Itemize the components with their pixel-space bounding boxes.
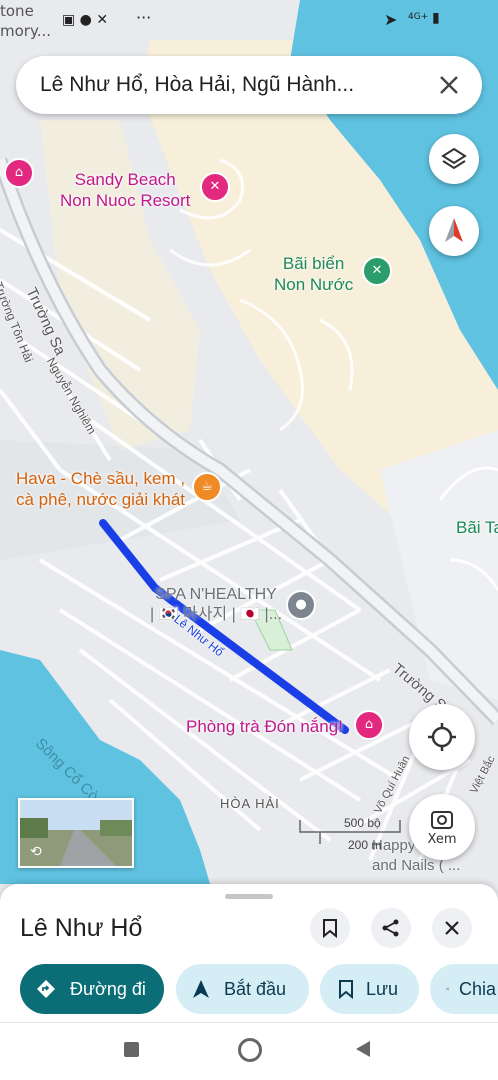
poi-sandy-beach-line1: Sandy Beach	[74, 170, 176, 189]
lens-label: Xem	[427, 831, 457, 847]
share-button[interactable]: Chia sẻ	[430, 964, 498, 1014]
resort-pin-icon[interactable]: ✕	[200, 172, 230, 202]
hotel-pin-icon[interactable]: ⌂	[4, 158, 34, 188]
save-button[interactable]: Lưu	[320, 964, 419, 1014]
share-label: Chia sẻ	[458, 978, 498, 999]
beach-pin-icon[interactable]: ✕	[362, 256, 392, 286]
carrier-text-1: tone	[0, 2, 34, 20]
system-nav-bar	[0, 1024, 498, 1080]
compass-icon	[445, 218, 463, 242]
network-label: 4G+	[408, 12, 429, 22]
recents-icon[interactable]	[124, 1042, 139, 1057]
street-view-icon: ⟲	[30, 844, 42, 860]
poi-hava-line1: Hava - Chè sầu, kem ,	[16, 469, 186, 488]
location-arrow-icon: ➤	[384, 10, 398, 29]
poi-bai-bien[interactable]: Bãi biển Non Nước	[274, 253, 353, 295]
poi-hava-line2: cà phê, nước giải khát	[16, 490, 186, 509]
share-icon	[382, 919, 399, 937]
share-icon-button[interactable]	[371, 908, 411, 948]
close-sheet-button[interactable]	[432, 908, 472, 948]
close-icon[interactable]	[432, 68, 466, 102]
poi-sandy-beach[interactable]: Sandy Beach Non Nuoc Resort	[60, 169, 190, 211]
poi-sandy-beach-line2: Non Nuoc Resort	[60, 191, 191, 210]
poi-spa[interactable]: SPA N'HEALTHY | 🇰🇷 마사지 | 🇯🇵 |...	[150, 585, 282, 625]
home-icon[interactable]	[238, 1038, 262, 1062]
save-icon-button[interactable]	[310, 908, 350, 948]
compass-button[interactable]	[429, 206, 479, 256]
search-query[interactable]: Lê Như Hổ, Hòa Hải, Ngũ Hành...	[40, 56, 420, 114]
crosshair-icon	[428, 723, 456, 751]
my-location-button[interactable]	[409, 704, 475, 770]
start-button[interactable]: Bắt đầu	[176, 964, 309, 1014]
bookmark-icon	[323, 919, 337, 938]
notification-icons: ▣ ● ✕	[62, 12, 109, 28]
start-label: Bắt đầu	[224, 978, 287, 999]
spa-pin-icon[interactable]: ●	[286, 590, 316, 620]
back-icon[interactable]	[354, 1039, 372, 1059]
save-label: Lưu	[366, 978, 399, 999]
carrier-text-2: mory...	[0, 22, 51, 40]
layers-button[interactable]	[429, 134, 479, 184]
sheet-divider	[0, 1022, 498, 1023]
poi-bai-bien-line2: Non Nước	[274, 275, 354, 294]
poi-bai-ta[interactable]: Bãi Ta	[456, 517, 498, 538]
lens-icon	[431, 810, 453, 829]
place-title: Lê Như Hổ	[20, 914, 143, 942]
teahouse-pin-icon[interactable]: ⌂	[354, 710, 384, 740]
scale-metric: 500 bộ	[344, 816, 381, 830]
poi-bai-bien-line1: Bãi biển	[282, 254, 345, 273]
layers-icon	[441, 147, 467, 170]
poi-phong-tra[interactable]: Phòng trà Đón nắng!	[186, 716, 343, 737]
street-view-thumbnail[interactable]: ⟲	[18, 798, 134, 868]
bookmark-icon	[339, 980, 353, 999]
navigation-arrow-icon	[193, 980, 209, 998]
scale-secondary: 200 m	[348, 838, 382, 852]
lens-button[interactable]: Xem	[409, 794, 475, 860]
poi-spa-line2: | 🇰🇷 마사지 | 🇯🇵 |...	[150, 606, 283, 623]
share-icon	[446, 987, 449, 991]
directions-button[interactable]: Đường đi	[20, 964, 164, 1014]
status-bar: tone mory... ▣ ● ✕ ··· ➤ 4G+ ▮	[0, 0, 498, 44]
drag-handle[interactable]	[225, 894, 273, 899]
close-icon	[445, 921, 459, 935]
directions-label: Đường đi	[70, 978, 146, 999]
search-bar[interactable]: Lê Như Hổ, Hòa Hải, Ngũ Hành...	[16, 56, 482, 114]
poi-spa-line1: SPA N'HEALTHY	[155, 586, 277, 603]
poi-hava[interactable]: Hava - Chè sầu, kem , cà phê, nước giải …	[16, 468, 185, 510]
more-dots-icon: ···	[136, 8, 152, 27]
area-hoa-hai: HÒA HẢI	[220, 796, 280, 811]
cafe-pin-icon[interactable]: ☕	[192, 472, 222, 502]
poi-happy-line2: and Nails ( ...	[372, 857, 461, 874]
signal-icon: ▮	[432, 10, 440, 26]
directions-icon	[37, 980, 55, 998]
